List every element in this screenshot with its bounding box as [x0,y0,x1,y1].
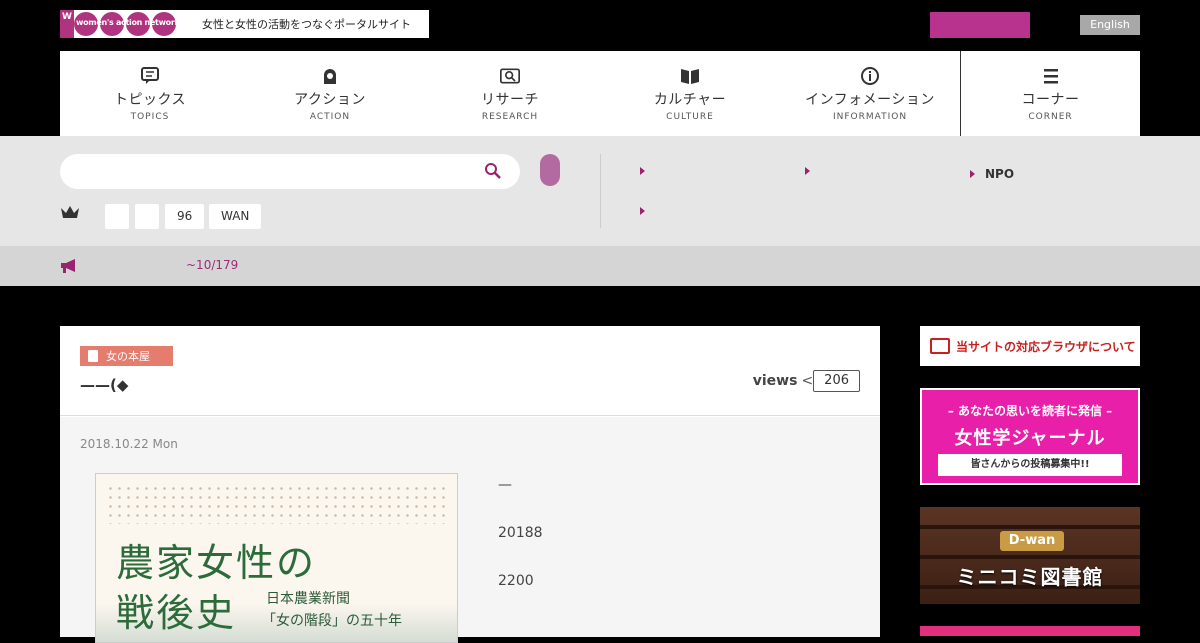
journal-banner[interactable]: – あなたの思いを読者に発信 – 女性学ジャーナル 皆さんからの投稿募集中!! [920,388,1140,485]
minikomi-library-banner[interactable]: D-wan ミニコミ図書館 [920,507,1140,604]
bookmark-icon [88,350,98,362]
quick-link[interactable] [805,167,820,175]
journal-banner-kicker: – あなたの思いを読者に発信 – [947,404,1113,418]
quick-link[interactable] [640,207,655,215]
triangle-icon [970,170,975,178]
cover-subtitle-line1: 日本農業新聞 [266,591,350,607]
nav-label-en: RESEARCH [481,112,539,122]
site-tagline: 女性と女性の活動をつなぐポータルサイト [202,18,411,31]
crown-icon [60,204,80,224]
site-logo[interactable]: W women's action network 女性と女性の活動をつなぐポータ… [60,10,429,38]
sidebar-banner-partial[interactable] [920,626,1140,636]
search-band: 96 WAN NPO [0,136,1200,246]
views-counter: views < 206 [753,370,860,392]
nav-label-jp: カルチャー [653,92,727,108]
nav-label-en: TOPICS [130,112,170,122]
triangle-icon [640,167,645,175]
article-title: ——(◆ [80,376,129,394]
search-submit-button[interactable] [540,154,560,186]
nav-item-action[interactable]: アクション ACTION [240,51,420,136]
top-bar: W women's action network 女性と女性の活動をつなぐポータ… [0,0,1200,50]
book-info: — 20188 2200 [498,477,543,621]
cover-subtitle-line2: 「女の階段」の五十年 [262,613,402,629]
category-label: 女の本屋 [106,350,150,363]
quick-link[interactable]: NPO [970,167,1014,181]
ranking-tag[interactable] [135,204,159,229]
nav-label-jp: コーナー [1021,92,1080,108]
book-cover-image: 農家女性の 戦後史 日本農業新聞 「女の階段」の五十年 [95,473,458,643]
nav-label-jp: アクション [294,92,366,108]
triangle-icon [640,207,645,215]
cover-title-line2: 戦後史 [116,591,237,635]
search-input[interactable] [60,154,520,189]
journal-banner-ribbon: 皆さんからの投稿募集中!! [938,454,1122,476]
english-button[interactable]: English [1080,15,1140,35]
article-body: 2018.10.22 Mon 農家女性の 戦後史 日本農業新聞 「女の階段」の五… [60,417,880,643]
news-band: ~10/179 [0,246,1200,286]
book-info-line: 2200 [498,573,534,589]
ranking-tag[interactable]: 96 [165,204,205,229]
magnifier-icon [500,67,520,85]
nav-item-topics[interactable]: トピックス TOPICS [60,51,240,136]
cover-title-line1: 農家女性の [116,541,317,585]
nav-item-information[interactable]: インフォメーション INFORMATION [780,51,960,136]
info-icon [860,67,880,85]
logo-wordmark: women's action network [76,18,180,27]
browser-support-link[interactable]: 当サイトの対応ブラウザについて [920,326,1140,366]
nav-item-culture[interactable]: カルチャー CULTURE [600,51,780,136]
minikomi-title: ミニコミ図書館 [956,565,1104,589]
chat-icon [140,67,160,85]
top-pink-button[interactable] [930,12,1030,38]
views-label: views [752,373,798,389]
monitor-icon [930,338,950,354]
person-icon [320,67,340,85]
search-divider [600,154,601,228]
nav-label-en: CULTURE [666,112,714,122]
dwan-tag: D-wan [1000,531,1064,551]
nav-item-research[interactable]: リサーチ RESEARCH [420,51,600,136]
menu-icon [1041,67,1061,85]
ranking-tag[interactable]: WAN [209,204,262,229]
views-count: 206 [813,370,860,392]
logo-mark: W women's action network [60,10,186,38]
views-arrow: < [801,373,814,389]
nav-label-jp: トピックス [113,92,187,108]
browser-support-label: 当サイトの対応ブラウザについて [956,339,1136,354]
book-icon [680,67,700,85]
nav-label-jp: リサーチ [481,92,539,108]
nav-label-en: ACTION [309,112,351,122]
book-info-line: 20188 [498,525,543,541]
article-header: 女の本屋 ——(◆ views < 206 [60,326,880,416]
search-icon[interactable] [484,162,502,184]
triangle-icon [805,167,810,175]
ranking-tag[interactable] [105,204,129,229]
article-card: 女の本屋 ——(◆ views < 206 2018.10.22 Mon 農家女… [60,326,880,643]
book-info-line: — [498,477,512,493]
news-ticker-text[interactable]: ~10/179 [186,258,238,272]
megaphone-icon [60,258,78,277]
nav-label-en: INFORMATION [832,112,908,122]
nav-label-jp: インフォメーション [805,92,935,108]
category-badge[interactable]: 女の本屋 [80,346,173,366]
nav-item-corner[interactable]: コーナー CORNER [960,51,1140,136]
journal-banner-title: 女性学ジャーナル [954,428,1106,449]
main-nav: トピックス TOPICS アクション ACTION リサーチ RESEARCH … [60,51,1140,136]
nav-label-en: CORNER [1028,112,1073,122]
quick-link[interactable] [640,167,655,175]
article-date: 2018.10.22 Mon [80,437,178,451]
cover-pattern [106,484,446,524]
quick-link-label: NPO [985,167,1015,181]
